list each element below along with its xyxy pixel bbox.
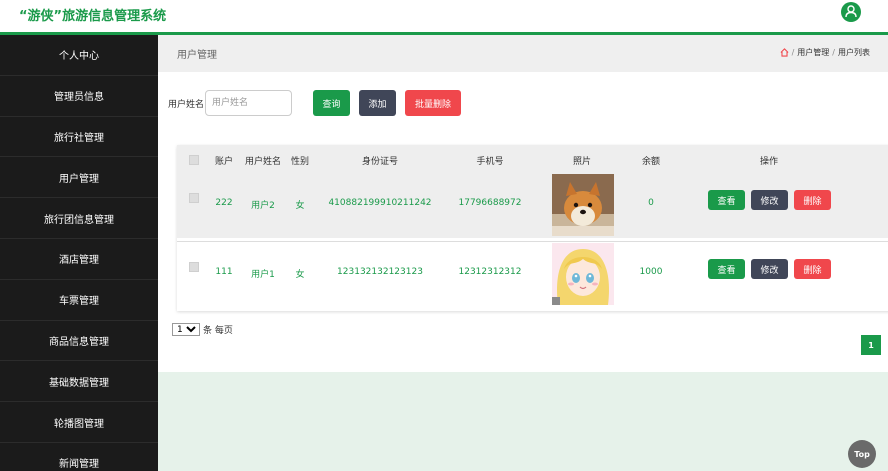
cell-name: 用户2 bbox=[251, 201, 275, 211]
top-header: “游侠”旅游信息管理系统 bbox=[0, 0, 888, 32]
column-header-account: 账户 bbox=[214, 157, 234, 167]
back-to-top-button[interactable]: Top bbox=[848, 440, 876, 468]
user-avatar-icon[interactable] bbox=[841, 2, 861, 22]
table-row: 222 用户2 女 410882199910211242 17796688972 bbox=[177, 173, 888, 238]
view-button[interactable]: 查看 bbox=[708, 259, 745, 279]
sidebar-item-label: 用户管理 bbox=[59, 173, 99, 185]
cell-account: 111 bbox=[215, 267, 233, 277]
sidebar-item-carousel[interactable]: 轮播图管理 bbox=[0, 402, 158, 443]
cell-name: 用户1 bbox=[251, 270, 275, 280]
sidebar-item-users[interactable]: 用户管理 bbox=[0, 157, 158, 199]
page-size-control: 10 条 每页 bbox=[172, 323, 233, 336]
breadcrumb: / 用户管理 / 用户列表 bbox=[780, 47, 870, 58]
page-number-button[interactable]: 1 bbox=[861, 335, 881, 355]
page-title: 用户管理 bbox=[177, 50, 217, 61]
cell-id-card: 410882199910211242 bbox=[328, 198, 432, 208]
table-row: 111 用户1 女 123132132123123 12312312312 10… bbox=[177, 241, 888, 306]
home-icon[interactable] bbox=[780, 48, 789, 57]
anime-girl-photo bbox=[552, 243, 614, 305]
content-footer-area bbox=[158, 372, 888, 471]
sidebar-item-label: 旅行团信息管理 bbox=[44, 214, 114, 226]
sidebar-item-label: 轮播图管理 bbox=[54, 418, 104, 430]
breadcrumb-separator: / bbox=[832, 48, 835, 57]
row-checkbox[interactable] bbox=[189, 262, 199, 272]
title-bar: 用户管理 / 用户管理 / 用户列表 bbox=[158, 35, 888, 72]
dog-photo bbox=[552, 174, 614, 236]
breadcrumb-separator: / bbox=[791, 48, 795, 57]
cell-phone: 17796688972 bbox=[458, 198, 522, 208]
column-header-gender: 性别 bbox=[290, 157, 310, 167]
breadcrumb-item-user-list: 用户列表 bbox=[838, 48, 870, 57]
table-header: 账户 用户姓名 性别 身份证号 手机号 照片 余额 操作 bbox=[177, 145, 888, 173]
sidebar-item-products[interactable]: 商品信息管理 bbox=[0, 321, 158, 362]
user-table: 账户 用户姓名 性别 身份证号 手机号 照片 余额 操作 222 用户2 女 4… bbox=[177, 145, 888, 311]
sidebar-item-basic-data[interactable]: 基础数据管理 bbox=[0, 361, 158, 403]
app-title: “游侠”旅游信息管理系统 bbox=[19, 9, 167, 24]
cell-account: 222 bbox=[215, 198, 233, 208]
view-button[interactable]: 查看 bbox=[708, 190, 745, 210]
column-header-phone: 手机号 bbox=[476, 157, 504, 167]
sidebar-item-travel-agency[interactable]: 旅行社管理 bbox=[0, 117, 158, 158]
sidebar-item-label: 车票管理 bbox=[59, 296, 99, 308]
batch-delete-button[interactable]: 批量删除 bbox=[405, 90, 461, 116]
column-header-actions: 操作 bbox=[759, 157, 779, 167]
sidebar-item-label: 个人中心 bbox=[59, 51, 99, 63]
sidebar-item-label: 新闻管理 bbox=[59, 459, 99, 471]
cell-gender: 女 bbox=[295, 270, 305, 280]
sidebar-item-label: 管理员信息 bbox=[54, 92, 104, 104]
search-name-label: 用户姓名 bbox=[168, 100, 205, 110]
sidebar-item-hotels[interactable]: 酒店管理 bbox=[0, 239, 158, 280]
column-header-id-card: 身份证号 bbox=[361, 157, 399, 167]
sidebar-item-label: 基础数据管理 bbox=[49, 377, 109, 389]
sidebar-item-personal-center[interactable]: 个人中心 bbox=[0, 35, 158, 76]
cell-balance: 1000 bbox=[639, 267, 663, 277]
sidebar: 个人中心 管理员信息 旅行社管理 用户管理 旅行团信息管理 酒店管理 车票管理 … bbox=[0, 35, 158, 471]
sidebar-item-label: 酒店管理 bbox=[59, 255, 99, 267]
sidebar-item-tickets[interactable]: 车票管理 bbox=[0, 280, 158, 321]
sidebar-item-admin-info[interactable]: 管理员信息 bbox=[0, 76, 158, 117]
page-size-suffix: 条 每页 bbox=[203, 326, 233, 336]
page-size-select[interactable]: 10 bbox=[172, 323, 200, 336]
sidebar-item-news[interactable]: 新闻管理 bbox=[0, 443, 158, 471]
column-header-name: 用户姓名 bbox=[244, 157, 282, 167]
edit-button[interactable]: 修改 bbox=[751, 259, 788, 279]
cell-phone: 12312312312 bbox=[458, 267, 522, 277]
row-checkbox[interactable] bbox=[189, 193, 199, 203]
query-button[interactable]: 查询 bbox=[313, 90, 350, 116]
sidebar-item-label: 商品信息管理 bbox=[49, 336, 109, 348]
delete-button[interactable]: 删除 bbox=[794, 259, 831, 279]
select-all-checkbox[interactable] bbox=[189, 155, 199, 165]
add-button[interactable]: 添加 bbox=[359, 90, 396, 116]
edit-button[interactable]: 修改 bbox=[751, 190, 788, 210]
cell-gender: 女 bbox=[295, 201, 305, 211]
sidebar-item-tour-groups[interactable]: 旅行团信息管理 bbox=[0, 198, 158, 239]
cell-balance: 0 bbox=[648, 198, 654, 208]
breadcrumb-item-users[interactable]: 用户管理 bbox=[797, 47, 829, 58]
sidebar-item-label: 旅行社管理 bbox=[54, 132, 104, 144]
main-content: 用户管理 / 用户管理 / 用户列表 用户姓名 查询 添加 批量删除 账户 用户… bbox=[158, 35, 888, 471]
search-name-input[interactable] bbox=[205, 90, 292, 116]
cell-id-card: 123132132123123 bbox=[337, 267, 423, 277]
column-header-balance: 余额 bbox=[641, 157, 661, 167]
column-header-photo: 照片 bbox=[572, 157, 592, 167]
delete-button[interactable]: 删除 bbox=[794, 190, 831, 210]
